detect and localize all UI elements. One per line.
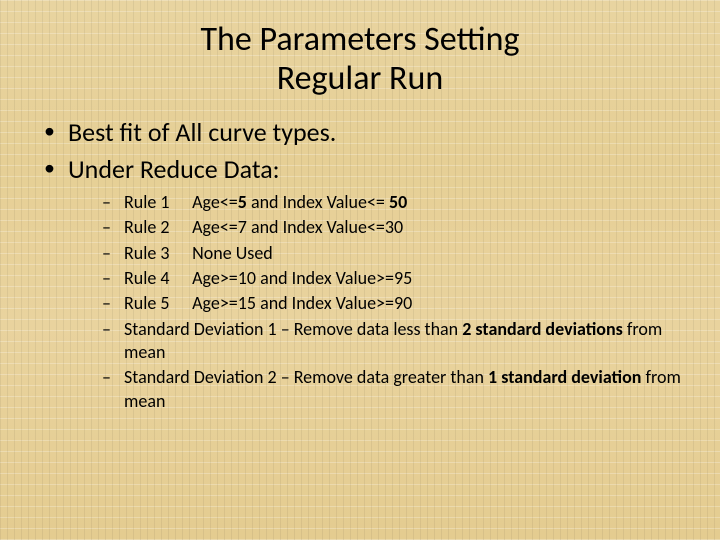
sub-bullet-item: Rule 1 Age<=5 and Index Value<= 50 — [102, 191, 684, 214]
rule-label: Rule 5 — [124, 292, 184, 315]
rule-text: Age>=10 and Index Value>=95 — [192, 267, 412, 289]
rule-label: Rule 1 — [124, 191, 184, 214]
rule-text: Age<=7 and Index Value<=30 — [192, 216, 403, 238]
rule-text: None Used — [192, 242, 273, 264]
bullet-list: Best fit of All curve types. Under Reduc… — [36, 116, 684, 413]
title-line-1: The Parameters Setting — [200, 19, 519, 60]
slide: The Parameters Setting Regular Run Best … — [0, 0, 720, 540]
sub-bullet-item: Standard Deviation 2 – Remove data great… — [102, 366, 684, 413]
sub-bullet-item: Rule 5 Age>=15 and Index Value>=90 — [102, 292, 684, 315]
rule-label: Rule 4 — [124, 267, 184, 290]
rule-label: Rule 3 — [124, 242, 184, 265]
rule-text: Standard Deviation 1 – Remove data less … — [124, 318, 662, 363]
rule-text: Age>=15 and Index Value>=90 — [192, 292, 412, 314]
slide-title: The Parameters Setting Regular Run — [36, 20, 684, 98]
rule-text: Age<=5 and Index Value<= 50 — [192, 191, 407, 213]
sub-bullet-list: Rule 1 Age<=5 and Index Value<= 50 Rule … — [68, 191, 684, 414]
title-line-2: Regular Run — [277, 58, 443, 99]
rule-text: Standard Deviation 2 – Remove data great… — [124, 366, 681, 411]
sub-bullet-item: Standard Deviation 1 – Remove data less … — [102, 318, 684, 365]
bullet-text: Under Reduce Data: — [68, 153, 280, 185]
bullet-text: Best fit of All curve types. — [68, 116, 336, 148]
rule-label: Rule 2 — [124, 216, 184, 239]
bullet-item: Best fit of All curve types. — [42, 116, 684, 149]
sub-bullet-item: Rule 3 None Used — [102, 242, 684, 265]
sub-bullet-item: Rule 2 Age<=7 and Index Value<=30 — [102, 216, 684, 239]
bullet-item: Under Reduce Data: Rule 1 Age<=5 and Ind… — [42, 153, 684, 413]
sub-bullet-item: Rule 4 Age>=10 and Index Value>=95 — [102, 267, 684, 290]
